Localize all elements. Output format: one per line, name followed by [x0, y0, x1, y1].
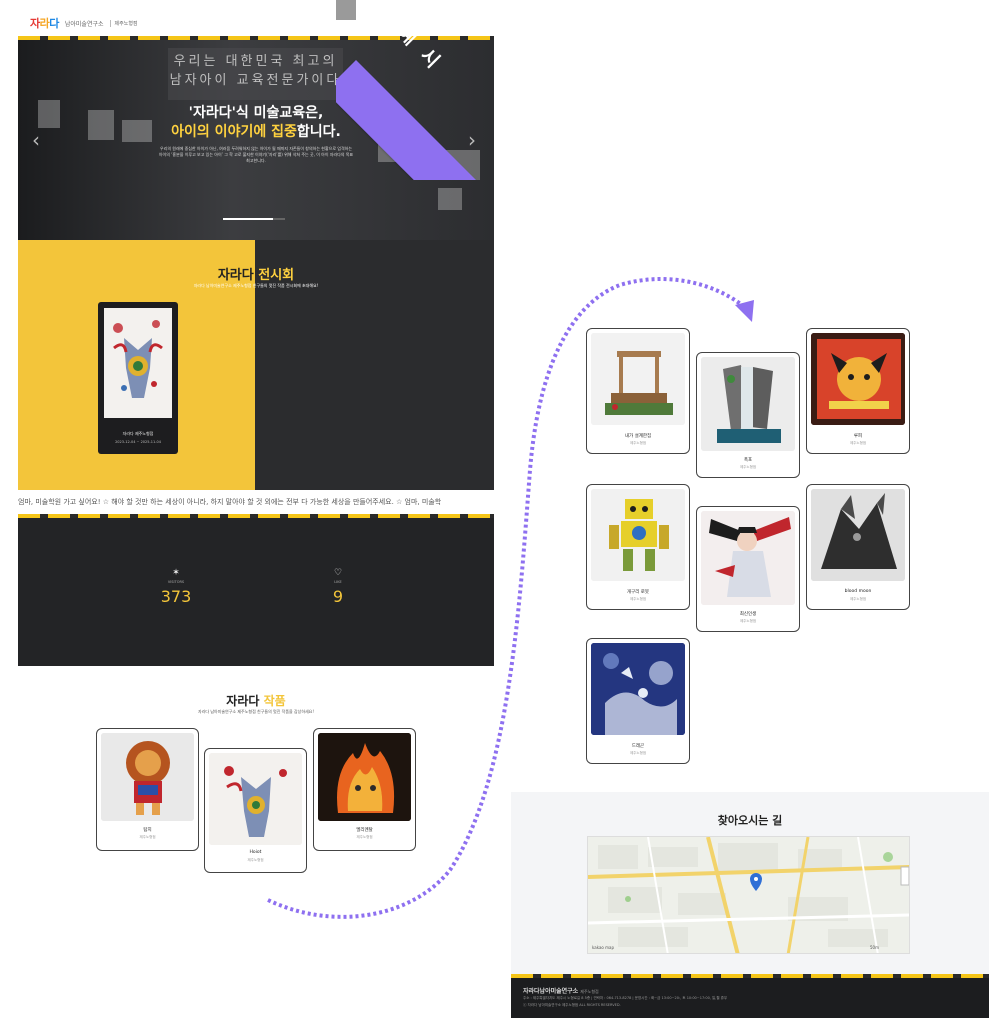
- artwork-gallery: 내가 설계한집 제주노형점 폭포 제주노형점 루피 제주노형점 개구리 로봇 제…: [586, 328, 916, 768]
- exhibition-title: 자라다 전시회: [217, 268, 295, 283]
- visitors-label: VISITORS: [167, 580, 185, 584]
- artwork-image: [209, 753, 302, 845]
- gallery-card[interactable]: 개구리 로봇 제주노형점: [586, 484, 690, 610]
- exhibition-subtitle: 자라다 남아미술연구소 제주노형점 친구들의 멋진 작품 전시회에 초대해요!: [193, 283, 319, 288]
- hero-wall-text: 우리는 대한민국 최고의 남자아이 교육전문가이다: [169, 54, 342, 88]
- wall-drawing: [438, 188, 462, 210]
- artwork-card[interactable]: Hoiot 제주노형점: [204, 748, 307, 873]
- footer-brand: 자라다남아미술연구소 제주노형점: [523, 988, 599, 995]
- visitors-count: 373: [160, 587, 192, 606]
- likes-stat[interactable]: ♡ LIKE 9: [308, 568, 368, 606]
- exhibition-card[interactable]: 자라다 제주노형점 2023-12-04 ~ 2025-11-04: [98, 302, 178, 454]
- footer-copyright: ⓒ 자라다 남아미술연구소 제주노형점 ALL RIGHTS RESERVED.: [523, 1003, 621, 1007]
- gallery-branch: 제주노형점: [739, 465, 757, 469]
- likes-label: LIKE: [334, 580, 342, 584]
- gallery-branch: 제주노형점: [849, 597, 867, 601]
- gallery-image: [701, 357, 795, 451]
- hero-description: 우리의 원래에 중심한 아이가 아닌, 여러움 두려워하지 않는 아이가 될 때…: [158, 146, 354, 163]
- location-map[interactable]: kakao map 50m: [587, 836, 910, 954]
- location-title: 찾아오시는 길: [717, 814, 783, 827]
- gallery-title: 내가 설계한집: [624, 434, 652, 439]
- works-title: 자라다 작품: [226, 694, 286, 708]
- exhibition-artwork: [104, 308, 172, 418]
- artwork-card[interactable]: 탐지 제주노형점: [96, 728, 199, 851]
- exhibition-card-date: 2023-12-04 ~ 2025-11-04: [115, 440, 161, 444]
- gallery-card[interactable]: 드래곤 제주노형점: [586, 638, 690, 764]
- exhibition-section: 자라다 전시회 자라다 남아미술연구소 제주노형점 친구들의 멋진 작품 전시회…: [18, 240, 494, 490]
- visitors-stat: ✶ VISITORS 373: [146, 568, 206, 606]
- gallery-title: 드래곤: [631, 744, 645, 749]
- gallery-image: [591, 643, 685, 735]
- gallery-branch: 제주노형점: [739, 619, 757, 623]
- branch-name: 제주노형점: [109, 19, 138, 27]
- gallery-branch: 제주노형점: [849, 441, 867, 445]
- gallery-title: 최신인생: [739, 612, 757, 617]
- exhibition-card-title: 자라다 제주노형점: [122, 431, 154, 436]
- gallery-card[interactable]: 최신인생 제주노형점: [696, 506, 800, 632]
- gallery-branch: 제주노형점: [629, 751, 647, 755]
- artwork-image: [101, 733, 194, 821]
- gallery-image: [811, 489, 905, 581]
- hero-title: '자라다'식 미술교육은, 아이의 이야기에 집중합니다.: [171, 105, 341, 140]
- gallery-title: 개구리 로봇: [626, 590, 650, 595]
- logo-subtitle: 남아미술연구소: [64, 20, 104, 28]
- works-section: 자라다 작품 자라다 남아미술연구소 제주노형점 친구들의 멋진 작품을 감상하…: [18, 666, 494, 956]
- gallery-title: blood moon: [844, 589, 872, 594]
- site-footer: 자라다남아미술연구소 제주노형점 주소 : 제주특별자치도 제주시 노형로길 8…: [511, 974, 989, 1018]
- next-slide-button[interactable]: ›: [468, 128, 476, 152]
- gallery-branch: 제주노형점: [629, 597, 647, 601]
- artwork-branch: 제주노형점: [247, 858, 264, 862]
- artwork-card[interactable]: 엘리멘탈 제주노형점: [313, 728, 416, 851]
- artwork-branch: 제주노형점: [139, 835, 156, 839]
- gallery-title: 폭포: [743, 458, 753, 463]
- artwork-title: 탐지: [143, 828, 152, 833]
- footer-info: 주소 : 제주특별자치도 제주시 노형로길 8 5층 | 연락처 : 064-7…: [523, 996, 728, 1000]
- gallery-card[interactable]: 루피 제주노형점: [806, 328, 910, 454]
- slide-progress[interactable]: [223, 218, 285, 220]
- main-page: 자라다 남아미술연구소 제주노형점 우리는 대한민국 최고의 남자아이 교육전문…: [18, 10, 494, 985]
- gallery-image: [701, 511, 795, 605]
- brand-logo[interactable]: 자라다: [30, 15, 59, 31]
- map-brand: kakao map: [592, 945, 614, 950]
- artwork-title: 엘리멘탈: [356, 828, 373, 833]
- visitors-icon: ✶: [172, 568, 180, 578]
- marquee-banner: 엄마, 미술학원 가고 싶어요! ☆ 해야 할 것만 하는 세상이 아니라, 하…: [18, 490, 494, 514]
- prev-slide-button[interactable]: ‹: [32, 128, 40, 152]
- likes-count: 9: [332, 587, 344, 606]
- gallery-card[interactable]: 폭포 제주노형점: [696, 352, 800, 478]
- map-scale: 50m: [870, 945, 879, 950]
- footer-stripe: [511, 974, 989, 978]
- top-header: 자라다 남아미술연구소 제주노형점: [18, 10, 494, 36]
- gallery-image: [591, 333, 685, 425]
- artwork-title: Hoiot: [249, 850, 262, 855]
- gallery-card[interactable]: blood moon 제주노형점: [806, 484, 910, 610]
- arrow-head-icon: [735, 300, 754, 322]
- gallery-image: [811, 333, 905, 425]
- heart-icon[interactable]: ♡: [308, 568, 368, 578]
- wall-drawing: [446, 150, 480, 180]
- location-section: 찾아오시는 길 kakao map 50m: [511, 792, 989, 974]
- stats-section: ✶ VISITORS 373 ♡ LIKE 9: [18, 518, 494, 666]
- gallery-image: [591, 489, 685, 581]
- artwork-image: [318, 733, 411, 821]
- hero-banner: 우리는 대한민국 최고의 남자아이 교육전문가이다 '자라다'식 미술교육은, …: [18, 40, 494, 240]
- gallery-title: 루피: [853, 434, 863, 439]
- wall-drawing: [406, 140, 436, 164]
- gallery-card[interactable]: 내가 설계한집 제주노형점: [586, 328, 690, 454]
- gallery-branch: 제주노형점: [629, 441, 647, 445]
- artwork-branch: 제주노형점: [356, 835, 373, 839]
- works-subtitle: 자라다 남아미술연구소 제주노형점 친구들의 멋진 작품을 감상하세요!: [198, 709, 314, 714]
